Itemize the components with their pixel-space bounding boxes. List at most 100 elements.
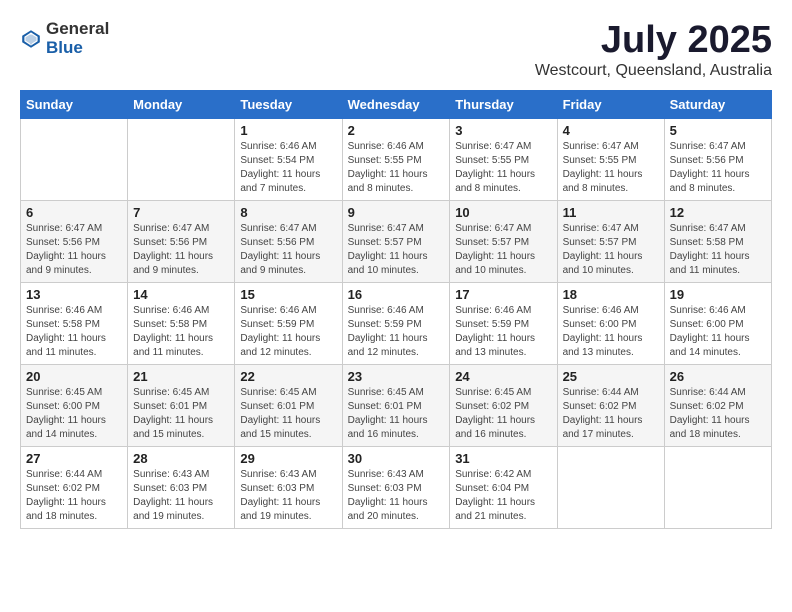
day-header-thursday: Thursday xyxy=(450,90,557,118)
cell-info: Sunrise: 6:45 AMSunset: 6:00 PMDaylight:… xyxy=(26,386,122,442)
cell-info: Sunrise: 6:47 AMSunset: 5:57 PMDaylight:… xyxy=(455,222,551,278)
cell-info: Sunrise: 6:46 AMSunset: 5:59 PMDaylight:… xyxy=(348,304,445,360)
calendar-cell: 19Sunrise: 6:46 AMSunset: 6:00 PMDayligh… xyxy=(664,282,771,364)
month-title: July 2025 xyxy=(535,20,772,62)
cell-info: Sunrise: 6:46 AMSunset: 5:55 PMDaylight:… xyxy=(348,140,445,196)
day-number: 17 xyxy=(455,287,551,302)
calendar-cell: 14 Sunrise: 6:46 AMSunset: 5:58 PMDayligh… xyxy=(128,282,235,364)
calendar-cell: 26 Sunrise: 6:44 AMSunset: 6:02 PMDayligh… xyxy=(664,364,771,446)
day-number: 2 xyxy=(348,123,445,138)
calendar-cell: 3 Sunrise: 6:47 AMSunset: 5:55 PMDaylight… xyxy=(450,118,557,200)
cell-info: Sunrise: 6:45 AMSunset: 6:01 PMDaylight:… xyxy=(240,386,336,442)
cell-info: Sunrise: 6:46 AMSunset: 6:00 PMDaylight:… xyxy=(670,304,766,360)
day-header-friday: Friday xyxy=(557,90,664,118)
day-number: 10 xyxy=(455,205,551,220)
calendar-cell: 25 Sunrise: 6:44 AMSunset: 6:02 PMDayligh… xyxy=(557,364,664,446)
day-number: 27 xyxy=(26,451,122,466)
day-number: 25 xyxy=(563,369,659,384)
cell-info: Sunrise: 6:44 AMSunset: 6:02 PMDaylight:… xyxy=(26,468,122,524)
calendar-cell: 23Sunrise: 6:45 AMSunset: 6:01 PMDayligh… xyxy=(342,364,450,446)
logo: General Blue xyxy=(20,20,109,57)
day-number: 26 xyxy=(670,369,766,384)
cell-info: Sunrise: 6:46 AMSunset: 6:00 PMDaylight:… xyxy=(563,304,659,360)
cell-info: Sunrise: 6:46 AMSunset: 5:59 PMDaylight:… xyxy=(240,304,336,360)
cell-info: Sunrise: 6:45 AMSunset: 6:01 PMDaylight:… xyxy=(348,386,445,442)
calendar-cell: 10 Sunrise: 6:47 AMSunset: 5:57 PMDayligh… xyxy=(450,200,557,282)
day-number: 14 xyxy=(133,287,229,302)
cell-info: Sunrise: 6:47 AMSunset: 5:55 PMDaylight:… xyxy=(455,140,551,196)
calendar-cell xyxy=(21,118,128,200)
calendar-cell: 13Sunrise: 6:46 AMSunset: 5:58 PMDayligh… xyxy=(21,282,128,364)
cell-info: Sunrise: 6:43 AMSunset: 6:03 PMDaylight:… xyxy=(240,468,336,524)
calendar-cell xyxy=(664,446,771,528)
day-header-monday: Monday xyxy=(128,90,235,118)
cell-info: Sunrise: 6:47 AMSunset: 5:57 PMDaylight:… xyxy=(563,222,659,278)
calendar-cell xyxy=(128,118,235,200)
day-number: 9 xyxy=(348,205,445,220)
logo-text: General Blue xyxy=(46,20,109,57)
calendar-cell: 20Sunrise: 6:45 AMSunset: 6:00 PMDayligh… xyxy=(21,364,128,446)
day-header-sunday: Sunday xyxy=(21,90,128,118)
cell-info: Sunrise: 6:44 AMSunset: 6:02 PMDaylight:… xyxy=(563,386,659,442)
day-number: 1 xyxy=(240,123,336,138)
cell-info: Sunrise: 6:47 AMSunset: 5:56 PMDaylight:… xyxy=(26,222,122,278)
day-number: 12 xyxy=(670,205,766,220)
week-row-2: 6 Sunrise: 6:47 AMSunset: 5:56 PMDaylight… xyxy=(21,200,772,282)
week-row-3: 13 Sunrise: 6:46 AMSunset: 5:58 PMDayligh… xyxy=(21,282,772,364)
location: Westcourt, Queensland, Australia xyxy=(535,62,772,80)
calendar-table: SundayMondayTuesdayWednesdayThursdayFrid… xyxy=(20,90,772,529)
calendar-cell: 27 Sunrise: 6:44 AMSunset: 6:02 PMDayligh… xyxy=(21,446,128,528)
logo-general: General xyxy=(46,20,109,39)
cell-info: Sunrise: 6:47 AMSunset: 5:55 PMDaylight:… xyxy=(563,140,659,196)
cell-info: Sunrise: 6:45 AMSunset: 6:02 PMDaylight:… xyxy=(455,386,551,442)
day-number: 24 xyxy=(455,369,551,384)
day-number: 3 xyxy=(455,123,551,138)
calendar-cell: 15Sunrise: 6:46 AMSunset: 5:59 PMDayligh… xyxy=(235,282,342,364)
day-number: 18 xyxy=(563,287,659,302)
calendar-cell: 29 Sunrise: 6:43 AMSunset: 6:03 PMDayligh… xyxy=(235,446,342,528)
day-number: 5 xyxy=(670,123,766,138)
day-number: 22 xyxy=(240,369,336,384)
cell-info: Sunrise: 6:46 AMSunset: 5:59 PMDaylight:… xyxy=(455,304,551,360)
calendar-cell: 5Sunrise: 6:47 AMSunset: 5:56 PMDaylight… xyxy=(664,118,771,200)
cell-info: Sunrise: 6:47 AMSunset: 5:56 PMDaylight:… xyxy=(133,222,229,278)
day-number: 6 xyxy=(26,205,122,220)
cell-info: Sunrise: 6:44 AMSunset: 6:02 PMDaylight:… xyxy=(670,386,766,442)
day-header-wednesday: Wednesday xyxy=(342,90,450,118)
calendar-cell: 16 Sunrise: 6:46 AMSunset: 5:59 PMDayligh… xyxy=(342,282,450,364)
calendar-cell: 2 Sunrise: 6:46 AMSunset: 5:55 PMDaylight… xyxy=(342,118,450,200)
calendar-cell: 17 Sunrise: 6:46 AMSunset: 5:59 PMDayligh… xyxy=(450,282,557,364)
calendar-cell: 30 Sunrise: 6:43 AMSunset: 6:03 PMDayligh… xyxy=(342,446,450,528)
day-number: 21 xyxy=(133,369,229,384)
calendar-cell xyxy=(557,446,664,528)
day-number: 28 xyxy=(133,451,229,466)
day-header-saturday: Saturday xyxy=(664,90,771,118)
week-row-5: 27 Sunrise: 6:44 AMSunset: 6:02 PMDayligh… xyxy=(21,446,772,528)
page-header: General Blue July 2025 Westcourt, Queens… xyxy=(20,20,772,80)
calendar-cell: 9 Sunrise: 6:47 AMSunset: 5:57 PMDaylight… xyxy=(342,200,450,282)
cell-info: Sunrise: 6:43 AMSunset: 6:03 PMDaylight:… xyxy=(348,468,445,524)
day-number: 29 xyxy=(240,451,336,466)
cell-info: Sunrise: 6:47 AMSunset: 5:58 PMDaylight:… xyxy=(670,222,766,278)
calendar-cell: 18 Sunrise: 6:46 AMSunset: 6:00 PMDayligh… xyxy=(557,282,664,364)
week-row-4: 20Sunrise: 6:45 AMSunset: 6:00 PMDayligh… xyxy=(21,364,772,446)
cell-info: Sunrise: 6:45 AMSunset: 6:01 PMDaylight:… xyxy=(133,386,229,442)
calendar-cell: 11 Sunrise: 6:47 AMSunset: 5:57 PMDayligh… xyxy=(557,200,664,282)
calendar-cell: 31Sunrise: 6:42 AMSunset: 6:04 PMDayligh… xyxy=(450,446,557,528)
day-number: 30 xyxy=(348,451,445,466)
cell-info: Sunrise: 6:47 AMSunset: 5:57 PMDaylight:… xyxy=(348,222,445,278)
cell-info: Sunrise: 6:43 AMSunset: 6:03 PMDaylight:… xyxy=(133,468,229,524)
day-number: 16 xyxy=(348,287,445,302)
day-number: 4 xyxy=(563,123,659,138)
logo-blue: Blue xyxy=(46,39,109,58)
calendar-cell: 7Sunrise: 6:47 AMSunset: 5:56 PMDaylight… xyxy=(128,200,235,282)
title-block: July 2025 Westcourt, Queensland, Austral… xyxy=(535,20,772,80)
calendar-cell: 21 Sunrise: 6:45 AMSunset: 6:01 PMDayligh… xyxy=(128,364,235,446)
calendar-cell: 4 Sunrise: 6:47 AMSunset: 5:55 PMDaylight… xyxy=(557,118,664,200)
day-number: 13 xyxy=(26,287,122,302)
cell-info: Sunrise: 6:46 AMSunset: 5:58 PMDaylight:… xyxy=(133,304,229,360)
calendar-cell: 6 Sunrise: 6:47 AMSunset: 5:56 PMDaylight… xyxy=(21,200,128,282)
day-header-tuesday: Tuesday xyxy=(235,90,342,118)
day-number: 8 xyxy=(240,205,336,220)
day-number: 11 xyxy=(563,205,659,220)
